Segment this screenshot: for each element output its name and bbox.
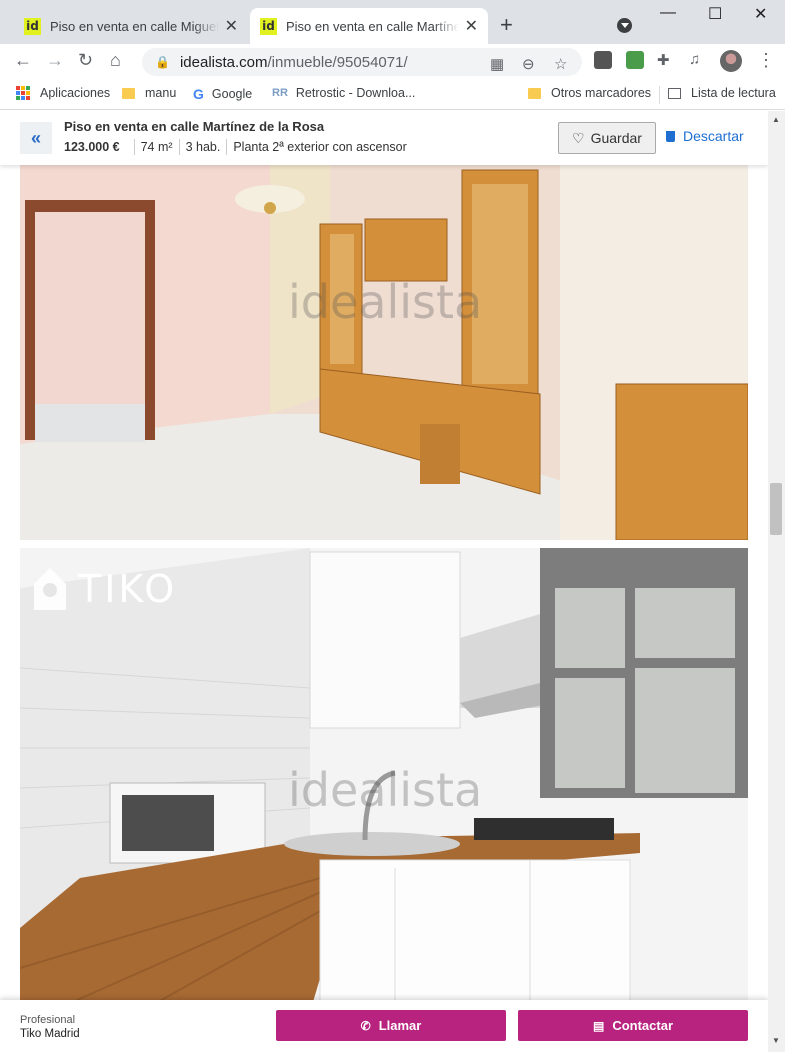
page-viewport: « Piso en venta en calle Martínez de la …	[0, 111, 768, 1052]
url-path: /inmueble/95054071/	[267, 53, 408, 71]
close-tab-icon[interactable]: ✕	[225, 16, 238, 36]
bookmark-apps[interactable]: Aplicaciones	[16, 86, 110, 100]
folder-icon	[528, 87, 541, 99]
discard-label: Descartar	[683, 128, 744, 144]
contact-label: Contactar	[612, 1018, 674, 1033]
phone-icon: ✆	[360, 1018, 371, 1033]
profile-avatar[interactable]	[720, 50, 742, 72]
minimize-icon[interactable]: —	[660, 4, 676, 22]
listing-rooms: 3 hab.	[185, 140, 221, 154]
bookmark-label: Otros marcadores	[551, 86, 652, 100]
home-icon[interactable]: ⌂	[110, 50, 121, 71]
tiko-logo: TIKO	[32, 566, 177, 612]
chat-bubble-icon: ▤	[592, 1018, 605, 1033]
bookmark-label: Aplicaciones	[40, 86, 111, 100]
zoom-icon[interactable]: ⊖	[522, 55, 535, 73]
bookmarks-bar: Aplicaciones manu G Google RR Retrostic …	[0, 80, 785, 110]
save-label: Guardar	[590, 130, 642, 146]
watermark: idealista	[288, 763, 482, 817]
heart-icon: ♡	[572, 129, 585, 146]
divider	[133, 139, 135, 155]
living-room-image: idealista	[20, 164, 748, 540]
listing-price: 123.000 €	[64, 140, 120, 154]
divider	[178, 139, 180, 155]
back-arrow-icon[interactable]: ←	[14, 50, 32, 71]
bookmark-label: Lista de lectura	[691, 86, 776, 100]
new-tab-icon[interactable]: +	[500, 12, 513, 38]
idealista-favicon-icon: id	[24, 17, 41, 35]
kitchen-image: idealista	[20, 548, 748, 1012]
tab-1[interactable]: id Piso en venta en calle Miguel Moya ✕	[14, 8, 248, 44]
browser-toolbar: ← → ↻ ⌂ 🔒 idealista.com /inmueble/950540…	[0, 44, 785, 80]
watermark: idealista	[288, 275, 482, 329]
advertiser-type: Profesional	[20, 1014, 76, 1026]
back-chevrons-icon[interactable]: «	[20, 122, 52, 154]
scrollbar-thumb[interactable]	[770, 483, 782, 535]
qr-code-icon[interactable]: ▦	[490, 55, 504, 73]
tab-search-icon[interactable]	[617, 18, 632, 33]
idealista-favicon-icon: id	[260, 17, 277, 35]
reload-icon[interactable]: ↻	[78, 50, 93, 71]
bookmark-label: manu	[145, 86, 177, 100]
tiko-logo-text: TIKO	[78, 567, 178, 611]
discard-button[interactable]: Descartar	[666, 128, 744, 144]
star-bookmark-icon[interactable]: ☆	[554, 55, 567, 73]
listing-sticky-header: « Piso en venta en calle Martínez de la …	[0, 111, 768, 165]
close-tab-icon[interactable]: ✕	[465, 16, 478, 36]
listing-area: 74 m²	[140, 140, 173, 154]
puzzle-extensions-icon[interactable]: ✚	[657, 51, 670, 69]
call-button[interactable]: ✆ Llamar	[276, 1010, 506, 1041]
advertiser-name: Tiko Madrid	[20, 1028, 80, 1040]
bookmarks-divider	[659, 86, 660, 104]
tab-title: Piso en venta en calle Martínez de la Ro…	[286, 18, 459, 34]
retrostic-icon: RR	[272, 87, 288, 99]
apps-grid-icon	[16, 86, 30, 100]
contact-bar: Profesional Tiko Madrid ✆ Llamar ▤ Conta…	[0, 1000, 768, 1052]
google-icon: G	[193, 86, 204, 102]
bookmark-label: Google	[211, 87, 253, 101]
media-control-icon[interactable]: ♫	[689, 51, 700, 68]
scroll-down-arrow-icon[interactable]: ▼	[772, 1036, 780, 1045]
tiko-house-icon	[34, 568, 66, 610]
reading-list-icon	[668, 87, 681, 99]
folder-icon	[122, 87, 135, 99]
scroll-up-arrow-icon[interactable]: ▲	[772, 115, 780, 124]
listing-summary: 123.000 € 74 m² 3 hab. Planta 2ª exterio…	[64, 139, 407, 155]
divider	[226, 139, 228, 155]
extension-icon[interactable]	[626, 51, 644, 69]
tab-title: Piso en venta en calle Miguel Moya	[50, 18, 219, 34]
call-label: Llamar	[378, 1018, 422, 1033]
tab-2-active[interactable]: id Piso en venta en calle Martínez de la…	[250, 8, 488, 44]
contact-button[interactable]: ▤ Contactar	[518, 1010, 748, 1041]
bookmark-label: Retrostic - Downloa...	[295, 86, 416, 100]
bookmark-google[interactable]: G Google	[193, 86, 252, 102]
listing-photo-kitchen[interactable]: idealista TIKO	[20, 548, 748, 1012]
extension-icon[interactable]	[594, 51, 612, 69]
bookmark-manu[interactable]: manu	[122, 86, 176, 100]
bookmark-reading-list[interactable]: Lista de lectura	[668, 86, 776, 100]
trash-icon	[666, 130, 675, 142]
save-button[interactable]: ♡ Guardar	[558, 122, 656, 154]
menu-kebab-icon[interactable]: ⋮	[757, 50, 775, 71]
address-bar[interactable]: 🔒 idealista.com /inmueble/95054071/ ▦ ⊖ …	[142, 48, 582, 76]
url-host: idealista.com	[179, 53, 268, 71]
listing-floor: Planta 2ª exterior con ascensor	[233, 140, 407, 154]
forward-arrow-icon[interactable]: →	[46, 50, 64, 71]
bookmark-retrostic[interactable]: RR Retrostic - Downloa...	[272, 86, 415, 100]
listing-title: Piso en venta en calle Martínez de la Ro…	[64, 119, 325, 134]
page-scrollbar[interactable]: ▲ ▼	[768, 111, 785, 1052]
tab-strip: id Piso en venta en calle Miguel Moya ✕ …	[0, 0, 785, 44]
listing-photo-living-room[interactable]: idealista	[20, 164, 748, 540]
bookmark-other[interactable]: Otros marcadores	[528, 86, 651, 100]
window-close-icon[interactable]: ✕	[754, 4, 767, 24]
maximize-icon[interactable]: ☐	[708, 4, 722, 24]
lock-icon: 🔒	[155, 55, 170, 69]
